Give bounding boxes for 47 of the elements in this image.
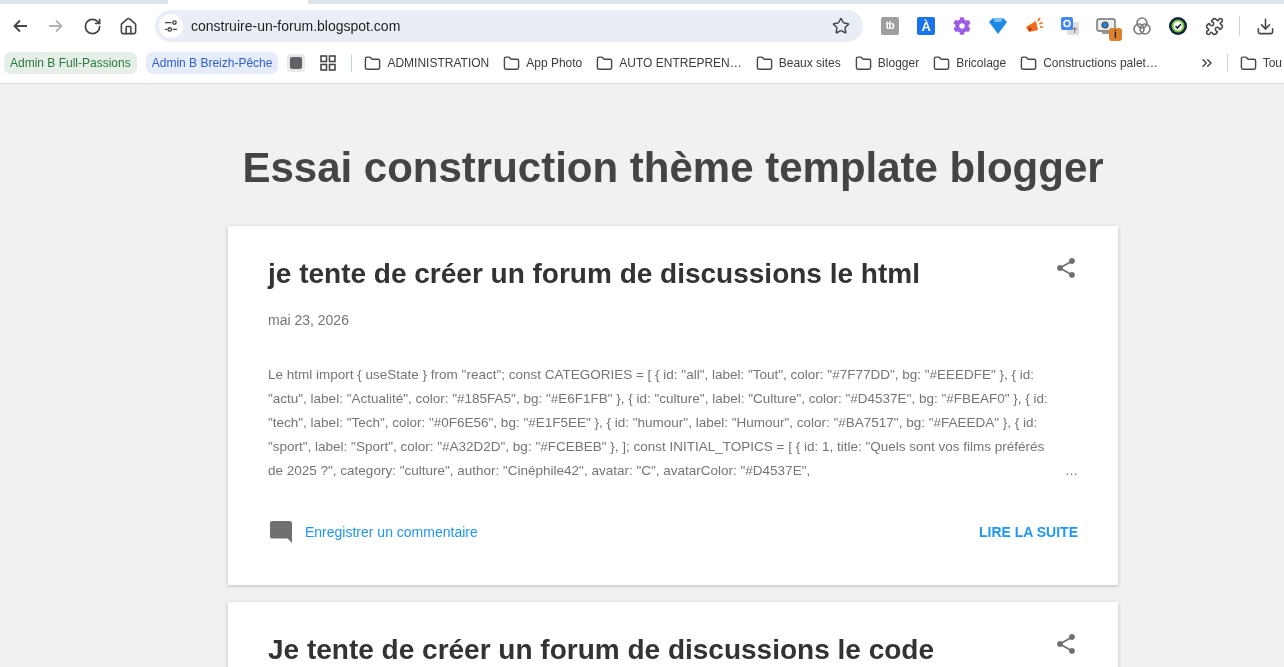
comment-icon: [270, 521, 292, 543]
rings-icon[interactable]: [1133, 17, 1151, 35]
post-title[interactable]: Je tente de créer un forum de discussions le code: [268, 632, 934, 667]
url-text: construire-un-forum.blogspot.com: [191, 18, 402, 34]
diamond-icon[interactable]: [989, 18, 1007, 34]
check-circle-icon[interactable]: [1169, 17, 1187, 35]
megaphone-icon[interactable]: [1025, 17, 1043, 35]
folder-icon: [1239, 54, 1257, 72]
bookmark-folder[interactable]: AUTO ENTREPREN…: [596, 52, 742, 74]
back-icon[interactable]: [12, 18, 28, 34]
screen-icon[interactable]: [1096, 18, 1116, 34]
bookmark-folder[interactable]: ADMINISTRATION: [364, 52, 490, 74]
puzzle-icon[interactable]: [1204, 16, 1224, 36]
translate-icon[interactable]: [1061, 17, 1079, 35]
folder-icon: [596, 54, 614, 72]
extension-badge: i: [1109, 28, 1122, 41]
address-bar[interactable]: construire-un-forum.blogspot.com: [155, 10, 863, 42]
download-icon[interactable]: [1255, 16, 1275, 36]
snippet-ellipsis: …: [1065, 462, 1078, 480]
post-snippet: Le html import { useState } from "react"; const CATEGORIES = [ { id: "all", label: "Tout", color: "#7F77DD", bg: "#EEEDFE" }, { id: "actu", label: "Actualité", color: "#185FA5", bg: "#E6F1FB" }, { id: "culture", label: "Culture", color: "#D4537E", bg: "#FBEAF0" }, { id: "tech", label: "Tech", color: "#0F6E56", bg: "#E1F5EE" }, { id: "humour", label: "Humour", color: "#BA7517", bg: "#FAEEDA" }, { id: "sport", label: "Sport", color: "#A32D2D", bg: "#FCEBEB" }, ]; const INITIAL_TOPICS = [ { id: 1, title: "Quels sont vos films préférés de 2025 ?", category: "culture", author: "Cinéphile42", avatar: "C", avatarColor: "#D4537E",: [268, 366, 1049, 480]
apps-grid-icon[interactable]: [320, 55, 337, 71]
bookmark-folder[interactable]: Bricolage: [933, 52, 1007, 74]
bookmark-folder[interactable]: App Photo: [503, 52, 583, 74]
folder-icon: [755, 54, 773, 72]
bookmark-folder[interactable]: Beaux sites: [755, 52, 841, 74]
folder-icon: [364, 54, 382, 72]
folder-icon: [1020, 54, 1038, 72]
post-date: mai 23, 2026: [268, 311, 350, 330]
bookmark-favicon-icon[interactable]: [287, 54, 306, 72]
post-title[interactable]: je tente de créer un forum de discussions le html: [268, 256, 920, 292]
blog-title: Essai construction thème template blogger: [241, 143, 1105, 193]
tab-group-chip[interactable]: Admin B Full-Passions: [4, 52, 137, 74]
share-icon[interactable]: [1057, 634, 1075, 654]
bookmark-star-icon[interactable]: [832, 17, 850, 35]
folder-icon: [933, 54, 951, 72]
folder-icon: [854, 54, 872, 72]
gear-icon[interactable]: [953, 17, 971, 35]
home-icon[interactable]: [118, 16, 138, 36]
folder-icon: [503, 54, 521, 72]
reload-icon[interactable]: [82, 16, 102, 36]
share-icon[interactable]: [1057, 258, 1075, 278]
tab-group-chip[interactable]: Admin B Breizh-Pêche: [145, 52, 279, 74]
bookmark-folder[interactable]: Constructions palet…: [1020, 52, 1158, 74]
extension-button[interactable]: À: [917, 17, 935, 35]
bookmark-folder[interactable]: Tou: [1239, 52, 1282, 74]
bookmark-folder[interactable]: Blogger: [854, 52, 920, 74]
site-settings-icon[interactable]: [159, 14, 183, 38]
